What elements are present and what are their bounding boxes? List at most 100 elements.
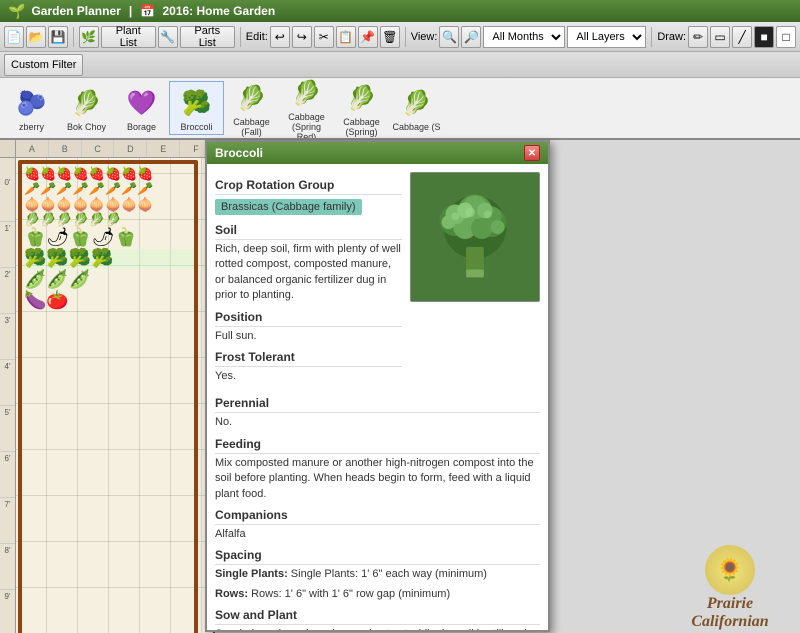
plant-item-cabbage-s[interactable]: 🥬 Cabbage (S: [389, 82, 444, 134]
garden-grid[interactable]: A B C D E F 0' 1' 2' 3' 4' 5' 6' 7' 8' 9…: [0, 140, 215, 633]
zoom-in-btn[interactable]: 🔎: [461, 26, 481, 48]
plant-icon-borage: 💜: [123, 84, 161, 122]
plant-item-borage[interactable]: 💜 Borage: [114, 82, 169, 134]
plant-label-zberry: zberry: [19, 122, 44, 132]
pencil-btn[interactable]: ✏: [688, 26, 708, 48]
broccoli-popup: Broccoli ✕ Crop Rotation Group Brassicas…: [205, 140, 550, 632]
color-btn[interactable]: □: [776, 26, 796, 48]
copy-btn[interactable]: 📋: [336, 26, 356, 48]
plant-icon-broccoli: 🥦: [178, 84, 216, 122]
spacing-rows-label: Rows:: [215, 588, 251, 600]
paste-btn[interactable]: 📌: [358, 26, 378, 48]
frost-tolerant-content: Yes.: [215, 369, 402, 384]
custom-filter-btn[interactable]: Custom Filter: [4, 54, 83, 76]
plant-item-broccoli[interactable]: 🥦 Broccoli: [169, 81, 224, 135]
col-C: C: [82, 140, 115, 157]
view-label: View:: [411, 31, 438, 43]
companions-title: Companions: [215, 508, 540, 525]
plant-label-cabbage-spring: Cabbage (Spring): [336, 117, 387, 137]
position-title: Position: [215, 310, 402, 327]
parts-list-btn[interactable]: Parts List: [180, 26, 235, 48]
row-7: 7': [0, 498, 15, 544]
grid-content[interactable]: 🍓🍓🍓🍓🍓🍓🍓🍓 🥕🥕🥕🥕🥕🥕🥕🥕 🧅🧅🧅🧅🧅🧅🧅🧅 🥬🥬🥬🥬🥬🥬: [16, 158, 215, 633]
plant-label-borage: Borage: [127, 122, 156, 132]
plant-icon-cabbage-spring: 🥬: [343, 79, 381, 117]
plant-icon-zberry: 🫐: [13, 84, 51, 122]
row-8: 8': [0, 544, 15, 590]
plant-icon-cabbage-fall: 🥬: [233, 79, 271, 117]
popup-title-bar: Broccoli ✕: [207, 142, 548, 164]
doc-name: 📅 2016: Home Garden: [140, 4, 275, 18]
row-6: 6': [0, 452, 15, 498]
zoom-out-btn[interactable]: 🔍: [439, 26, 459, 48]
soil-content: Rich, deep soil, firm with plenty of wel…: [215, 242, 402, 304]
col-B: B: [49, 140, 82, 157]
row-3: 3': [0, 314, 15, 360]
fill-btn[interactable]: ■: [754, 26, 774, 48]
undo-btn[interactable]: ↩: [270, 26, 290, 48]
sow-plant-content: Sow indoors in early spring, and set out…: [215, 627, 540, 630]
save-btn[interactable]: 💾: [48, 26, 68, 48]
sep1: [73, 27, 74, 47]
spacing-single-label: Single Plants:: [215, 568, 291, 580]
spacing-rows: Rows: Rows: 1' 6" with 1' 6" row gap (mi…: [215, 587, 540, 602]
feeding-content: Mix composted manure or another high-nit…: [215, 456, 540, 502]
col-E: E: [147, 140, 180, 157]
plant-item-cabbage-spring[interactable]: 🥬 Cabbage (Spring): [334, 78, 389, 139]
edit-label: Edit:: [246, 31, 268, 43]
line-btn[interactable]: ╱: [732, 26, 752, 48]
layers-select[interactable]: All Layers: [567, 26, 646, 48]
sow-plant-title: Sow and Plant: [215, 608, 540, 625]
frost-tolerant-title: Frost Tolerant: [215, 350, 402, 367]
title-separator: |: [129, 4, 132, 18]
popup-body[interactable]: Crop Rotation Group Brassicas (Cabbage f…: [207, 164, 548, 630]
plant-icon-cabbage-spring-red: 🥬: [288, 78, 326, 112]
open-btn[interactable]: 📂: [26, 26, 46, 48]
crop-rotation-value: Brassicas (Cabbage family): [215, 199, 362, 215]
delete-btn[interactable]: 🗑: [380, 26, 400, 48]
new-btn[interactable]: 📄: [4, 26, 24, 48]
col-A: A: [16, 140, 49, 157]
redo-btn[interactable]: ↪: [292, 26, 312, 48]
row-4: 4': [0, 360, 15, 406]
watermark-circle: 🌻: [705, 545, 755, 595]
watermark: 🌻 Prairie Californian: [670, 553, 790, 623]
plant-label-broccoli: Broccoli: [180, 122, 212, 132]
soil-title: Soil: [215, 223, 402, 240]
col-D: D: [114, 140, 147, 157]
broccoli-image: [410, 172, 540, 302]
plant-item-cabbage-fall[interactable]: 🥬 Cabbage (Fall): [224, 78, 279, 139]
cut-btn[interactable]: ✂: [314, 26, 334, 48]
plant-icon-btn[interactable]: 🌿: [79, 26, 99, 48]
garden-plants: 🍓🍓🍓🍓🍓🍓🍓🍓 🥕🥕🥕🥕🥕🥕🥕🥕 🧅🧅🧅🧅🧅🧅🧅🧅 🥬🥬🥬🥬🥬🥬: [24, 166, 194, 311]
popup-close-btn[interactable]: ✕: [524, 145, 540, 161]
watermark-text: Prairie Californian: [691, 595, 768, 630]
months-select[interactable]: All Months: [483, 26, 565, 48]
row-labels: 0' 1' 2' 3' 4' 5' 6' 7' 8' 9' 10' 11': [0, 158, 16, 633]
plant-label-cabbage-spring-red: Cabbage (Spring Red): [281, 112, 332, 140]
row-1: 1': [0, 222, 15, 268]
plant-item-cabbage-spring-red[interactable]: 🥬 Cabbage (Spring Red): [279, 78, 334, 140]
draw-label: Draw:: [657, 31, 686, 43]
companions-content: Alfalfa: [215, 527, 540, 542]
main-toolbar: 📄 📂 💾 🌿 Plant List 🔧 Parts List Edit: ↩ …: [0, 22, 800, 52]
rect-btn[interactable]: ▭: [710, 26, 730, 48]
plant-item-bokchoy[interactable]: 🥬 Bok Choy: [59, 82, 114, 134]
plant-icon-bokchoy: 🥬: [68, 84, 106, 122]
plant-icon-cabbage-s: 🥬: [398, 84, 436, 122]
plant-list-btn[interactable]: Plant List: [101, 26, 156, 48]
plant-label-cabbage-s: Cabbage (S: [392, 122, 440, 132]
plant-label-cabbage-fall: Cabbage (Fall): [226, 117, 277, 137]
feeding-title: Feeding: [215, 437, 540, 454]
plant-item-zberry[interactable]: 🫐 zberry: [4, 82, 59, 134]
crop-rotation-title: Crop Rotation Group: [215, 178, 402, 195]
sep2: [240, 27, 241, 47]
main-area: A B C D E F 0' 1' 2' 3' 4' 5' 6' 7' 8' 9…: [0, 140, 800, 633]
row-9: 9': [0, 590, 15, 633]
parts-icon-btn[interactable]: 🔧: [158, 26, 178, 48]
spacing-single: Single Plants: Single Plants: 1' 6" each…: [215, 567, 540, 582]
spacing-title: Spacing: [215, 548, 540, 565]
plant-strip: 🫐 zberry 🥬 Bok Choy 💜 Borage 🥦 Broccoli …: [0, 78, 800, 140]
app-icon: 🌱: [8, 3, 25, 20]
app-name: Garden Planner: [31, 4, 120, 18]
